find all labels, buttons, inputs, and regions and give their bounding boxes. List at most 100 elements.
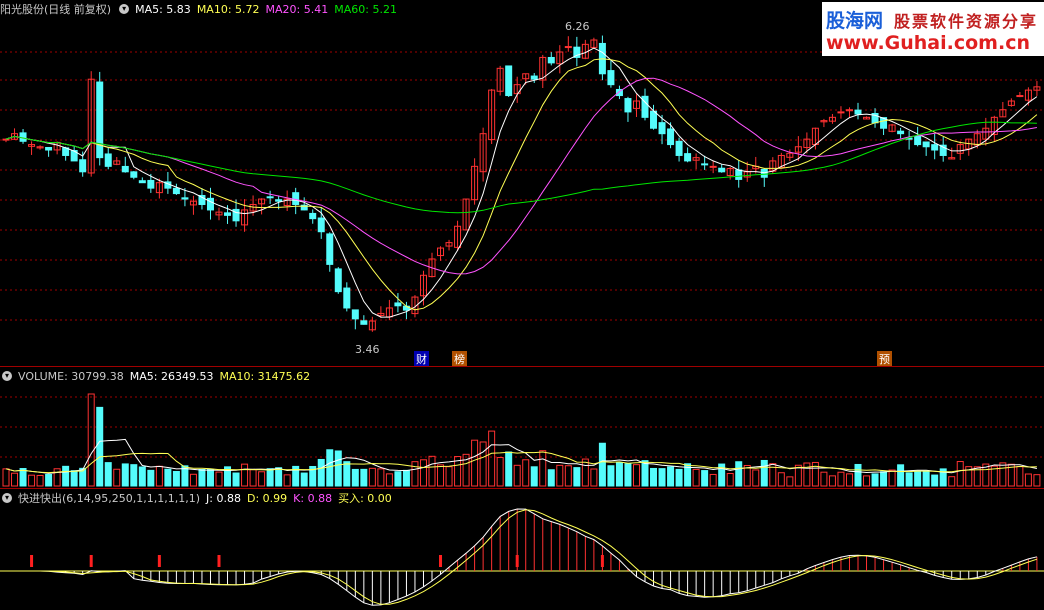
volume-bar (777, 472, 785, 487)
candle-body (701, 163, 709, 166)
volume-bar (266, 468, 274, 487)
buy-signal-marker (439, 555, 443, 567)
volume-ma10-label: MA10: 31475.62 (219, 369, 311, 383)
buy-signal-marker (89, 555, 93, 567)
volume-bar (948, 476, 956, 487)
volume-bar (709, 473, 717, 487)
candle-body (394, 302, 402, 307)
candle-body (547, 56, 555, 64)
volume-bar (692, 468, 700, 487)
volume-bar (283, 474, 291, 487)
volume-bar (258, 471, 266, 487)
volume-bar (206, 469, 214, 487)
price-header: 阳光股份(日线 前复权) ▾ MA5: 5.83 MA10: 5.72 MA20… (0, 1, 403, 17)
event-tag-finance[interactable]: 财 (414, 351, 429, 366)
volume-bar (113, 468, 121, 487)
indicator-toggle-icon[interactable]: ▾ (2, 493, 12, 503)
volume-bar (888, 469, 896, 487)
volume-bar (837, 471, 845, 487)
volume-bar (198, 469, 206, 487)
price-chart-panel[interactable]: 阳光股份(日线 前复权) ▾ MA5: 5.83 MA10: 5.72 MA20… (0, 0, 1044, 366)
volume-bar (402, 469, 410, 487)
volume-bar (999, 462, 1007, 487)
volume-bar (411, 461, 419, 487)
volume-bar (667, 466, 675, 487)
candle-body (172, 187, 180, 195)
volume-bar (164, 468, 172, 487)
volume-bar (828, 475, 836, 487)
volume-chart-canvas[interactable] (0, 367, 1044, 488)
candle-body (650, 110, 658, 129)
candle-body (45, 146, 53, 151)
indicator-buy-label: 买入: 0.00 (338, 492, 392, 505)
settings-toggle-icon[interactable]: ▾ (119, 4, 130, 14)
volume-bar (437, 464, 445, 487)
volume-chart-panel[interactable]: ▾ VOLUME: 30799.38 MA5: 26349.53 MA10: 3… (0, 367, 1044, 488)
event-tag-ranking[interactable]: 榜 (452, 351, 467, 366)
volume-bar (121, 463, 129, 487)
volume-bar (863, 475, 871, 487)
candle-body (104, 153, 112, 167)
volume-toggle-icon[interactable]: ▾ (2, 371, 12, 381)
candle-body (675, 140, 683, 156)
volume-bar (547, 469, 555, 487)
volume-bar (155, 465, 163, 487)
candle-body (735, 169, 743, 180)
volume-bar (385, 473, 393, 487)
volume-bar (726, 472, 734, 487)
volume-bar (590, 468, 598, 487)
volume-bar (505, 451, 513, 487)
volume-bar (104, 462, 112, 487)
volume-bar (11, 472, 19, 487)
candle-body (854, 109, 862, 115)
volume-bar (786, 476, 794, 487)
volume-bar (854, 463, 862, 487)
volume-bar (45, 473, 53, 487)
volume-bar (419, 459, 427, 487)
volume-bar (275, 467, 283, 487)
volume-bar (138, 466, 146, 487)
candle-body (914, 135, 922, 146)
volume-bar (479, 441, 487, 487)
volume-bar (1033, 474, 1041, 487)
volume-bar (445, 466, 453, 487)
volume-ma10-line (5, 451, 1037, 474)
candle-body (317, 217, 325, 233)
candle-body (607, 70, 615, 86)
candle-body (181, 197, 189, 200)
volume-bar (488, 430, 496, 487)
volume-bar (300, 472, 308, 487)
candle-body (360, 320, 368, 325)
volume-bar (215, 471, 223, 487)
volume-bar (880, 471, 888, 487)
high-price-label: 6.26 (565, 20, 590, 33)
volume-ma5-line (5, 438, 1037, 474)
volume-bar (641, 460, 649, 487)
volume-bar (513, 464, 521, 487)
candle-body (266, 196, 274, 199)
candle-body (837, 111, 845, 114)
event-tag-forecast[interactable]: 预 (877, 351, 892, 366)
indicator-chart-panel[interactable]: ▾ 快进快出(6,14,95,250,1,1,1,1,1,1) J: 0.88 … (0, 489, 1044, 610)
volume-bar (760, 459, 768, 487)
candle-body (922, 141, 930, 148)
volume-bar (650, 467, 658, 487)
volume-bar (147, 469, 155, 487)
volume-bar (172, 470, 180, 487)
volume-bar (931, 474, 939, 487)
volume-bar (351, 468, 359, 487)
volume-bar (573, 467, 581, 487)
volume-bar (522, 459, 530, 487)
indicator-header: ▾ 快进快出(6,14,95,250,1,1,1,1,1,1) J: 0.88 … (0, 490, 398, 506)
candle-body (505, 65, 513, 97)
indicator-chart-canvas[interactable] (0, 489, 1044, 610)
candle-body (658, 122, 666, 135)
candle-body (2, 138, 10, 141)
ma20-line (5, 77, 1037, 275)
volume-header: ▾ VOLUME: 30799.38 MA5: 26349.53 MA10: 3… (0, 368, 316, 384)
volume-ma5-label: MA5: 26349.53 (129, 369, 214, 383)
volume-bar (326, 449, 334, 487)
logo-slogan: 股票软件资源分享 (894, 12, 1039, 31)
volume-bar (845, 473, 853, 487)
volume-bar (632, 464, 640, 487)
